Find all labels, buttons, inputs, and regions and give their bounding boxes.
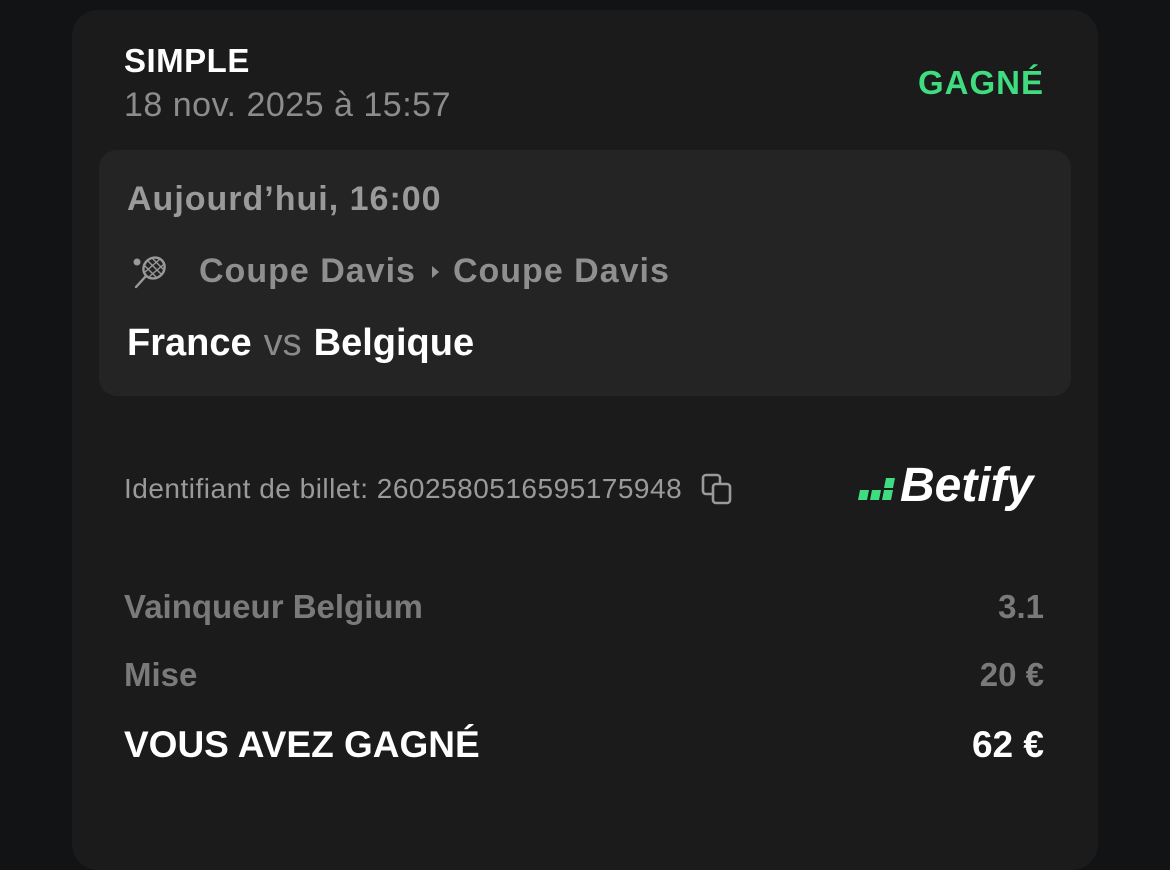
vs-separator: vs (263, 322, 302, 364)
tennis-racket-icon (133, 256, 166, 289)
betify-logo-mark (858, 477, 895, 500)
odds-value: 3.1 (998, 588, 1044, 625)
copy-icon[interactable] (700, 472, 734, 506)
ticket-id-row: Identifiant de billet: 26025805165951759… (124, 472, 734, 506)
event-box[interactable]: Aujourd’hui, 16:00 Coupe Davis Coupe Dav… (99, 150, 1071, 396)
stake-label: Mise (124, 656, 198, 693)
tournament-name: Coupe Davis (452, 252, 670, 290)
competition-breadcrumb: Coupe Davis Coupe Davis (199, 252, 670, 291)
status-badge: GAGNÉ (917, 64, 1044, 101)
away-team: Belgique (313, 322, 475, 364)
winnings-value: 62 € (971, 724, 1044, 765)
chevron-right-icon (431, 265, 439, 278)
bet-ticket-card: SIMPLE 18 nov. 2025 à 15:57 GAGNÉ Aujour… (72, 10, 1098, 870)
competition-name: Coupe Davis (199, 252, 416, 290)
selection-label: Vainqueur Belgium (124, 588, 423, 625)
home-team: France (127, 322, 252, 364)
brand-name: Betify (900, 459, 1034, 512)
winnings-label: VOUS AVEZ GAGNÉ (124, 724, 480, 765)
bet-type: SIMPLE (124, 42, 250, 79)
match-teams: France vs Belgique (127, 322, 474, 365)
bet-placed-date: 18 nov. 2025 à 15:57 (124, 86, 451, 124)
ticket-id: Identifiant de billet: 26025805165951759… (124, 473, 683, 504)
stake-value: 20 € (979, 656, 1044, 693)
betify-logo: Betify (858, 458, 1033, 513)
event-time: Aujourd’hui, 16:00 (127, 180, 442, 218)
